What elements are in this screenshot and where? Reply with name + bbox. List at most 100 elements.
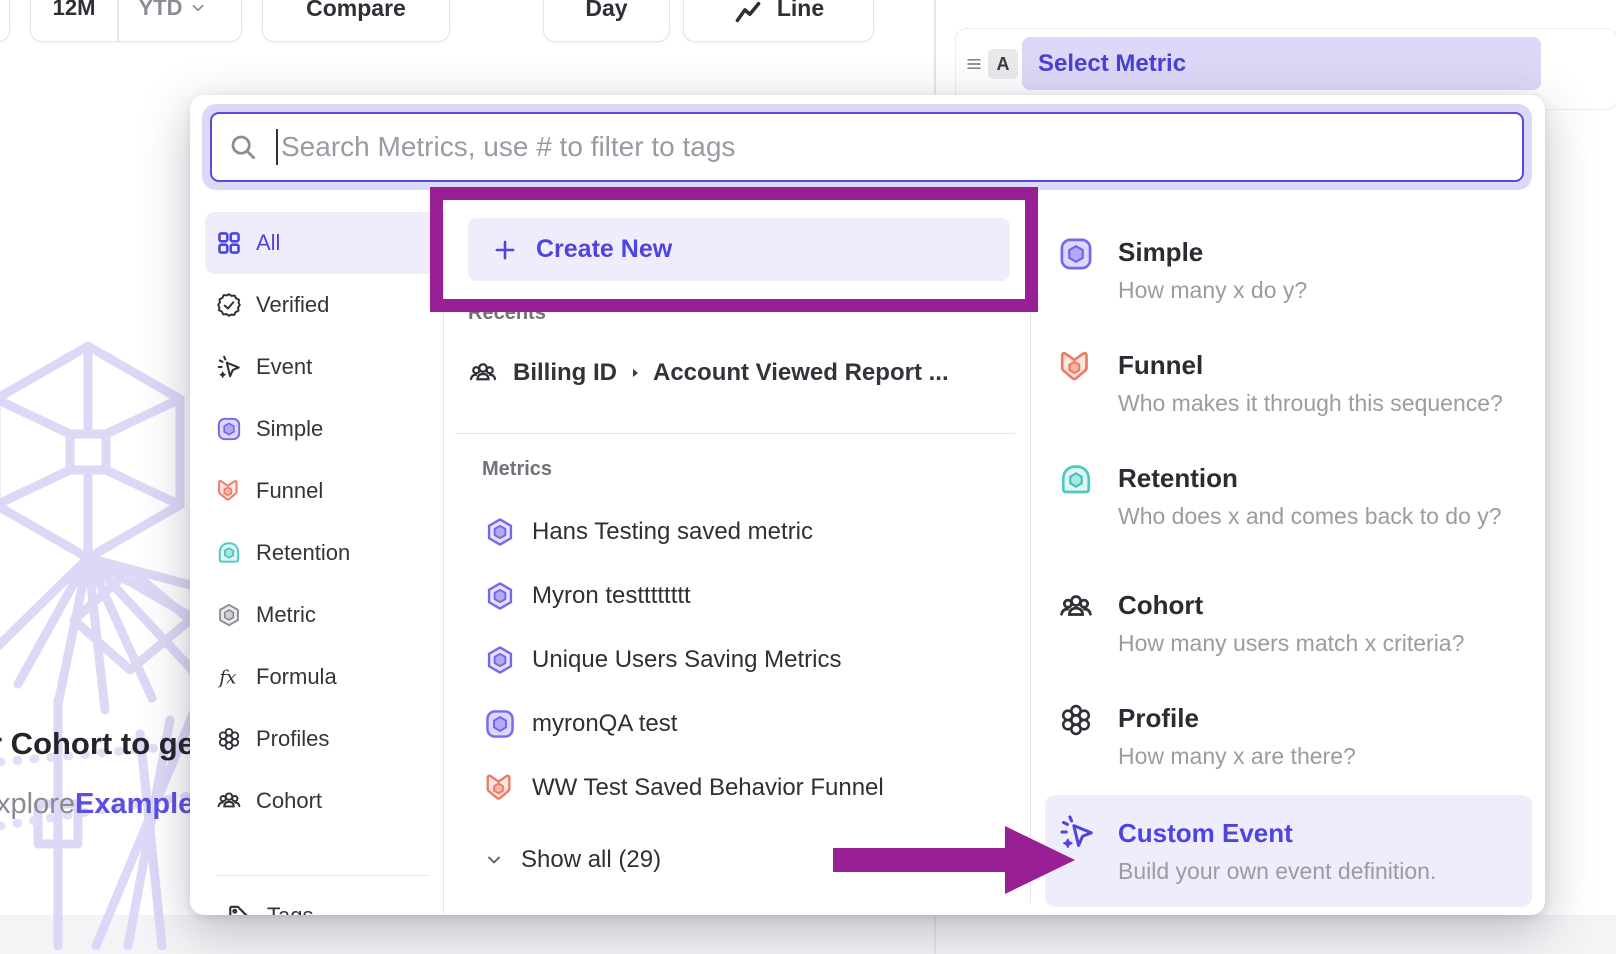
saved-metric-row[interactable]: Myron testttttttt <box>484 564 691 628</box>
metric-type-funnel[interactable]: Funnel Who makes it through this sequenc… <box>1058 345 1503 417</box>
search-input[interactable]: Search Metrics, use # to filter to tags <box>210 112 1524 182</box>
compare-label: Compare <box>306 0 406 41</box>
metric-hexagon-icon <box>484 516 516 548</box>
select-metric-label: Select Metric <box>1038 50 1186 78</box>
compare-button[interactable]: Compare <box>262 0 450 42</box>
saved-metric-row[interactable]: Hans Testing saved metric <box>484 500 813 564</box>
retention-icon <box>216 540 242 566</box>
date-range-12m-button[interactable]: 12M <box>31 0 117 41</box>
cohort-people-icon <box>468 358 498 388</box>
date-range-12m-label: 12M <box>53 0 96 41</box>
verified-badge-icon <box>216 292 242 318</box>
metric-type-simple[interactable]: Simple How many x do y? <box>1058 232 1307 304</box>
type-description: Build your own event definition. <box>1118 857 1436 885</box>
create-new-button[interactable]: Create New <box>468 218 1010 281</box>
saved-metric-row[interactable]: myronQA test <box>484 692 677 756</box>
category-label: Tags <box>267 903 313 915</box>
simple-box-icon <box>484 708 516 740</box>
category-event[interactable]: Event <box>205 336 443 398</box>
category-profiles[interactable]: Profiles <box>205 708 443 770</box>
page-lower-strip <box>0 915 1616 954</box>
saved-metric-row[interactable]: Unique Users Saving Metrics <box>484 628 841 692</box>
category-label: Profiles <box>256 726 329 752</box>
formula-fx-icon <box>216 664 242 690</box>
saved-metric-label: Hans Testing saved metric <box>532 518 813 546</box>
decorative-wireframe-illustration <box>0 332 200 950</box>
date-range-group: 12M YTD <box>30 0 242 42</box>
show-all-label: Show all (29) <box>521 846 661 874</box>
interval-day-button[interactable]: Day <box>543 0 670 42</box>
recent-item-name: Billing ID <box>513 359 617 387</box>
category-simple[interactable]: Simple <box>205 398 443 460</box>
date-range-ytd-button[interactable]: YTD <box>119 0 227 41</box>
saved-metric-label: Unique Users Saving Metrics <box>532 646 841 674</box>
column-divider <box>1030 212 1031 903</box>
category-label: Simple <box>256 416 323 442</box>
drag-handle-icon[interactable] <box>964 54 984 74</box>
background-explore-line: xplore Example B <box>0 788 196 821</box>
chart-type-line-button[interactable]: Line <box>683 0 874 42</box>
type-title: Profile <box>1118 698 1356 738</box>
funnel-icon <box>216 478 242 504</box>
type-description: Who does x and comes back to do y? <box>1118 502 1502 530</box>
metrics-heading: Metrics <box>482 458 552 481</box>
show-all-toggle[interactable]: Show all (29) <box>484 832 661 888</box>
create-new-label: Create New <box>536 235 672 264</box>
search-icon <box>228 132 258 162</box>
category-label: All <box>256 230 280 256</box>
category-sidebar: All Verified Event Simple Funnel Retenti… <box>205 212 444 915</box>
type-title: Funnel <box>1118 345 1503 385</box>
saved-metric-label: Myron testttttttt <box>532 582 691 610</box>
recent-item[interactable]: Billing ID Account Viewed Report ... <box>468 350 949 395</box>
category-metric[interactable]: Metric <box>205 584 443 646</box>
metric-type-profile[interactable]: Profile How many x are there? <box>1058 698 1356 770</box>
toolbar-button-fragment[interactable] <box>0 0 10 42</box>
metric-hexagon-icon <box>484 644 516 676</box>
example-boards-link[interactable]: Example B <box>75 788 196 820</box>
category-formula[interactable]: Formula <box>205 646 443 708</box>
text-cursor <box>276 129 278 165</box>
cohort-people-icon <box>216 788 242 814</box>
metric-hexagon-icon <box>484 580 516 612</box>
cohort-people-icon <box>1058 589 1094 625</box>
category-label: Cohort <box>256 788 322 814</box>
caret-right-icon <box>627 365 643 381</box>
type-title: Retention <box>1118 458 1502 498</box>
category-tags[interactable]: Tags <box>216 885 439 915</box>
category-funnel[interactable]: Funnel <box>205 460 443 522</box>
recents-heading: Recents <box>468 302 546 325</box>
profiles-flower-icon <box>216 726 242 752</box>
select-metric-dropdown[interactable]: Select Metric <box>1022 37 1541 90</box>
category-cohort[interactable]: Cohort <box>205 770 443 832</box>
type-description: Who makes it through this sequence? <box>1118 389 1503 417</box>
metric-type-custom-event[interactable]: Custom Event Build your own event defini… <box>1045 795 1532 907</box>
retention-icon <box>1058 462 1094 498</box>
category-verified[interactable]: Verified <box>205 274 443 336</box>
plus-icon <box>492 237 518 263</box>
category-label: Metric <box>256 602 316 628</box>
category-all[interactable]: All <box>205 212 443 274</box>
type-description: How many x are there? <box>1118 742 1356 770</box>
search-placeholder: Search Metrics, use # to filter to tags <box>281 131 735 163</box>
metric-type-retention[interactable]: Retention Who does x and comes back to d… <box>1058 458 1502 530</box>
saved-metric-row[interactable]: WW Test Saved Behavior Funnel <box>484 756 884 820</box>
series-a-badge: A <box>988 49 1018 79</box>
sidebar-divider <box>216 875 428 876</box>
type-description: How many users match x criteria? <box>1118 629 1464 657</box>
category-label: Formula <box>256 664 337 690</box>
type-title: Custom Event <box>1118 813 1436 853</box>
category-label: Retention <box>256 540 350 566</box>
app-screenshot: 12M YTD Compare Day Line r Cohort to ge … <box>0 0 1616 954</box>
category-label: Verified <box>256 292 329 318</box>
metric-type-cohort[interactable]: Cohort How many users match x criteria? <box>1058 585 1464 657</box>
category-retention[interactable]: Retention <box>205 522 443 584</box>
type-description: How many x do y? <box>1118 276 1307 304</box>
line-chart-icon <box>733 0 763 28</box>
date-range-ytd-label: YTD <box>139 0 183 41</box>
category-label: Funnel <box>256 478 323 504</box>
search-focus-ring: Search Metrics, use # to filter to tags <box>202 104 1532 190</box>
funnel-icon <box>484 772 516 804</box>
metric-picker-modal: Search Metrics, use # to filter to tags … <box>190 95 1545 915</box>
section-divider <box>455 433 1015 434</box>
funnel-icon <box>1058 349 1094 385</box>
